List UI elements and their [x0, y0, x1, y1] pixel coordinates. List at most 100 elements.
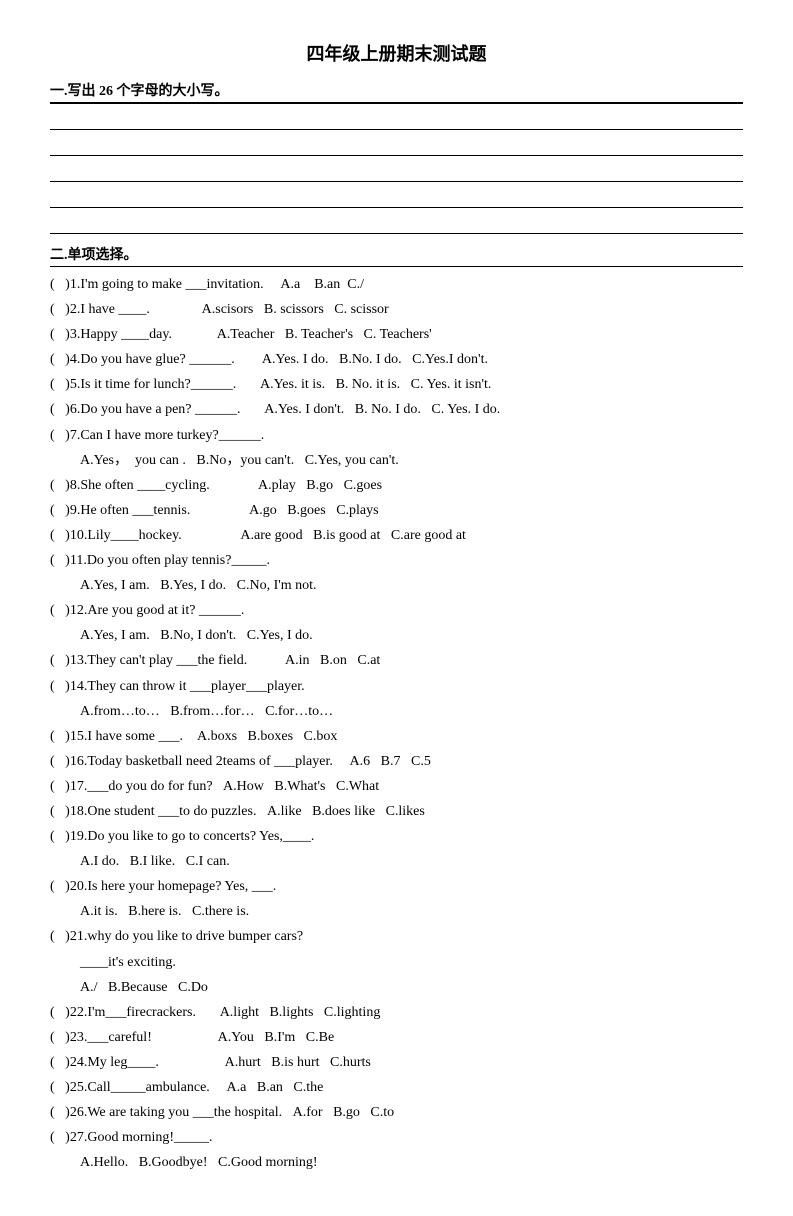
question-15: ( )15.I have some ___. A.boxs B.boxes C.… [50, 725, 743, 748]
q2-text: )2.I have ____. A.scisors B. scissors C.… [65, 302, 389, 317]
q27b-text: A.Hello. B.Goodbye! C.Good morning! [80, 1155, 318, 1170]
q4-text: )4.Do you have glue? ______. A.Yes. I do… [65, 352, 488, 367]
q14b-text: A.from…to… B.from…for… C.for…to… [80, 704, 333, 719]
q7b-text: A.Yes， you can . B.No，you can't. C.Yes, … [80, 453, 399, 468]
question-9: ( )9.He often ___tennis. A.go B.goes C.p… [50, 499, 743, 522]
question-17: ( )17.___do you do for fun? A.How B.What… [50, 775, 743, 798]
q13-text: )13.They can't play ___the field. A.in B… [65, 653, 380, 668]
q7-text: )7.Can I have more turkey?______. [65, 428, 264, 443]
question-14: ( )14.They can throw it ___player___play… [50, 675, 743, 698]
q23-text: )23.___careful! A.You B.I'm C.Be [65, 1030, 334, 1045]
q21b-text: ____it's exciting. [80, 955, 176, 970]
write-line-1 [50, 108, 743, 130]
question-3: ( )3.Happy ____day. A.Teacher B. Teacher… [50, 323, 743, 346]
q5-text: )5.Is it time for lunch?______. A.Yes. i… [65, 377, 491, 392]
q5-bracket: ( [50, 377, 62, 392]
q12-bracket: ( [50, 603, 62, 618]
question-21b: ____it's exciting. [50, 951, 743, 974]
questions-container: ( )1.I'm going to make ___invitation. A.… [50, 273, 743, 1174]
q6-text: )6.Do you have a pen? ______. A.Yes. I d… [65, 402, 500, 417]
q12b-text: A.Yes, I am. B.No, I don't. C.Yes, I do. [80, 628, 313, 643]
question-12b: A.Yes, I am. B.No, I don't. C.Yes, I do. [50, 624, 743, 647]
q17-text: )17.___do you do for fun? A.How B.What's… [65, 779, 379, 794]
question-14b: A.from…to… B.from…for… C.for…to… [50, 700, 743, 723]
question-21: ( )21.why do you like to drive bumper ca… [50, 925, 743, 948]
question-27b: A.Hello. B.Goodbye! C.Good morning! [50, 1151, 743, 1174]
q20-text: )20.Is here your homepage? Yes, ___. [65, 879, 276, 894]
q11b-text: A.Yes, I am. B.Yes, I do. C.No, I'm not. [80, 578, 317, 593]
q20b-text: A.it is. B.here is. C.there is. [80, 904, 249, 919]
q15-bracket: ( [50, 729, 62, 744]
q22-text: )22.I'm___firecrackers. A.light B.lights… [65, 1005, 380, 1020]
question-4: ( )4.Do you have glue? ______. A.Yes. I … [50, 348, 743, 371]
question-11: ( )11.Do you often play tennis?_____. [50, 549, 743, 572]
q22-bracket: ( [50, 1005, 62, 1020]
q15-text: )15.I have some ___. A.boxs B.boxes C.bo… [65, 729, 337, 744]
question-25: ( )25.Call_____ambulance. A.a B.an C.the [50, 1076, 743, 1099]
question-13: ( )13.They can't play ___the field. A.in… [50, 649, 743, 672]
question-21c: A./ B.Because C.Do [50, 976, 743, 999]
question-27: ( )27.Good morning!_____. [50, 1126, 743, 1149]
question-18: ( )18.One student ___to do puzzles. A.li… [50, 800, 743, 823]
question-11b: A.Yes, I am. B.Yes, I do. C.No, I'm not. [50, 574, 743, 597]
q10-bracket: ( [50, 528, 62, 543]
question-19b: A.I do. B.I like. C.I can. [50, 850, 743, 873]
q14-text: )14.They can throw it ___player___player… [65, 679, 304, 694]
write-line-4 [50, 186, 743, 208]
question-16: ( )16.Today basketball need 2teams of __… [50, 750, 743, 773]
question-20: ( )20.Is here your homepage? Yes, ___. [50, 875, 743, 898]
q3-bracket: ( [50, 327, 62, 342]
question-8: ( )8.She often ____cycling. A.play B.go … [50, 474, 743, 497]
question-6: ( )6.Do you have a pen? ______. A.Yes. I… [50, 398, 743, 421]
q11-text: )11.Do you often play tennis?_____. [65, 553, 270, 568]
q1-text: )1.I'm going to make ___invitation. A.a … [65, 277, 364, 292]
write-line-5 [50, 212, 743, 234]
q10-text: )10.Lily____hockey. A.are good B.is good… [65, 528, 466, 543]
q3-text: )3.Happy ____day. A.Teacher B. Teacher's… [65, 327, 432, 342]
section1-header: 一.写出 26 个字母的大小写。 [50, 80, 743, 104]
q27-bracket: ( [50, 1130, 62, 1145]
write-line-2 [50, 134, 743, 156]
question-5: ( )5.Is it time for lunch?______. A.Yes.… [50, 373, 743, 396]
q19b-text: A.I do. B.I like. C.I can. [80, 854, 230, 869]
question-12: ( )12.Are you good at it? ______. [50, 599, 743, 622]
question-7: ( )7.Can I have more turkey?______. [50, 424, 743, 447]
q18-text: )18.One student ___to do puzzles. A.like… [65, 804, 425, 819]
q9-text: )9.He often ___tennis. A.go B.goes C.pla… [65, 503, 378, 518]
q16-text: )16.Today basketball need 2teams of ___p… [65, 754, 431, 769]
q20-bracket: ( [50, 879, 62, 894]
q21c-text: A./ B.Because C.Do [80, 980, 208, 995]
question-23: ( )23.___careful! A.You B.I'm C.Be [50, 1026, 743, 1049]
q18-bracket: ( [50, 804, 62, 819]
q24-text: )24.My leg____. A.hurt B.is hurt C.hurts [65, 1055, 371, 1070]
q19-bracket: ( [50, 829, 62, 844]
q25-bracket: ( [50, 1080, 62, 1095]
section2-header: 二.单项选择。 [50, 244, 743, 267]
q4-bracket: ( [50, 352, 62, 367]
question-1: ( )1.I'm going to make ___invitation. A.… [50, 273, 743, 296]
q19-text: )19.Do you like to go to concerts? Yes,_… [65, 829, 314, 844]
question-10: ( )10.Lily____hockey. A.are good B.is go… [50, 524, 743, 547]
question-26: ( )26.We are taking you ___the hospital.… [50, 1101, 743, 1124]
question-20b: A.it is. B.here is. C.there is. [50, 900, 743, 923]
q21-bracket: ( [50, 929, 62, 944]
question-19: ( )19.Do you like to go to concerts? Yes… [50, 825, 743, 848]
page-title: 四年级上册期末测试题 [50, 40, 743, 66]
q17-bracket: ( [50, 779, 62, 794]
q12-text: )12.Are you good at it? ______. [65, 603, 244, 618]
q13-bracket: ( [50, 653, 62, 668]
q9-bracket: ( [50, 503, 62, 518]
q26-bracket: ( [50, 1105, 62, 1120]
q23-bracket: ( [50, 1030, 62, 1045]
write-line-3 [50, 160, 743, 182]
q8-bracket: ( [50, 478, 62, 493]
question-24: ( )24.My leg____. A.hurt B.is hurt C.hur… [50, 1051, 743, 1074]
question-7b: A.Yes， you can . B.No，you can't. C.Yes, … [50, 449, 743, 472]
q27-text: )27.Good morning!_____. [65, 1130, 212, 1145]
q14-bracket: ( [50, 679, 62, 694]
question-22: ( )22.I'm___firecrackers. A.light B.ligh… [50, 1001, 743, 1024]
writing-lines-area [50, 108, 743, 234]
question-2: ( )2.I have ____. A.scisors B. scissors … [50, 298, 743, 321]
q26-text: )26.We are taking you ___the hospital. A… [65, 1105, 394, 1120]
q16-bracket: ( [50, 754, 62, 769]
